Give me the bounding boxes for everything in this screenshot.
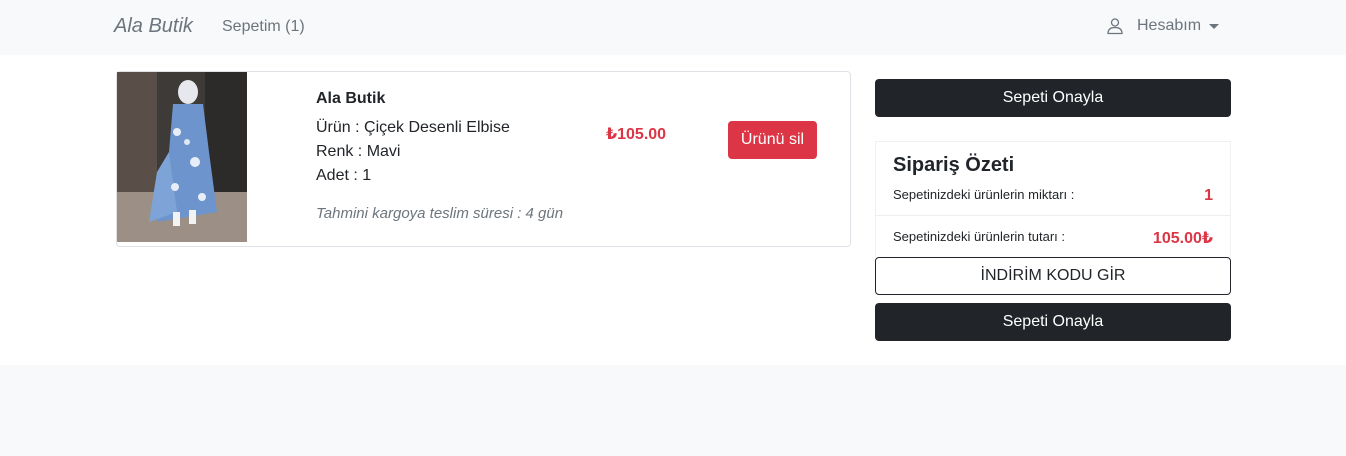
summary-divider (876, 215, 1230, 216)
product-color: Renk : Mavi (316, 143, 401, 160)
summary-title: Sipariş Özeti (893, 154, 1015, 176)
shipping-estimate: Tahmini kargoya teslim süresi : 4 gün (316, 205, 564, 222)
product-photo (117, 72, 247, 242)
item-total-value: 105.00₺ (1152, 230, 1213, 247)
cart-link[interactable]: Sepetim (1) (222, 18, 305, 36)
user-icon (1107, 18, 1123, 35)
brand-link[interactable]: Ala Butik (114, 15, 193, 38)
product-quantity: Adet : 1 (316, 167, 372, 184)
chevron-down-icon (1209, 23, 1220, 29)
confirm-cart-button-top[interactable]: Sepeti Onayla (875, 79, 1231, 117)
product-image[interactable] (117, 72, 247, 242)
discount-code-button[interactable]: İNDİRİM KODU GİR (875, 257, 1231, 295)
main-content: Ala Butik Ürün : Çiçek Desenli Elbise Re… (0, 55, 1346, 365)
navbar: Ala Butik Sepetim (1) Hesabım (0, 0, 1346, 55)
item-count-label: Sepetinizdeki ürünlerin miktarı : (893, 187, 1075, 202)
order-summary: Sipariş Özeti Sepetinizdeki ürünlerin mi… (875, 141, 1231, 257)
cart-item-card: Ala Butik Ürün : Çiçek Desenli Elbise Re… (116, 71, 851, 247)
confirm-cart-button-bottom[interactable]: Sepeti Onayla (875, 303, 1231, 341)
account-dropdown[interactable]: Hesabım (1106, 17, 1220, 35)
product-name: Ürün : Çiçek Desenli Elbise (316, 119, 510, 136)
remove-item-button[interactable]: Ürünü sil (728, 121, 817, 159)
item-price: ₺105.00 (606, 126, 667, 143)
account-label: Hesabım (1137, 17, 1202, 34)
store-name: Ala Butik (316, 90, 386, 107)
item-total-label: Sepetinizdeki ürünlerin tutarı : (893, 229, 1065, 244)
item-count-value: 1 (1204, 187, 1213, 204)
